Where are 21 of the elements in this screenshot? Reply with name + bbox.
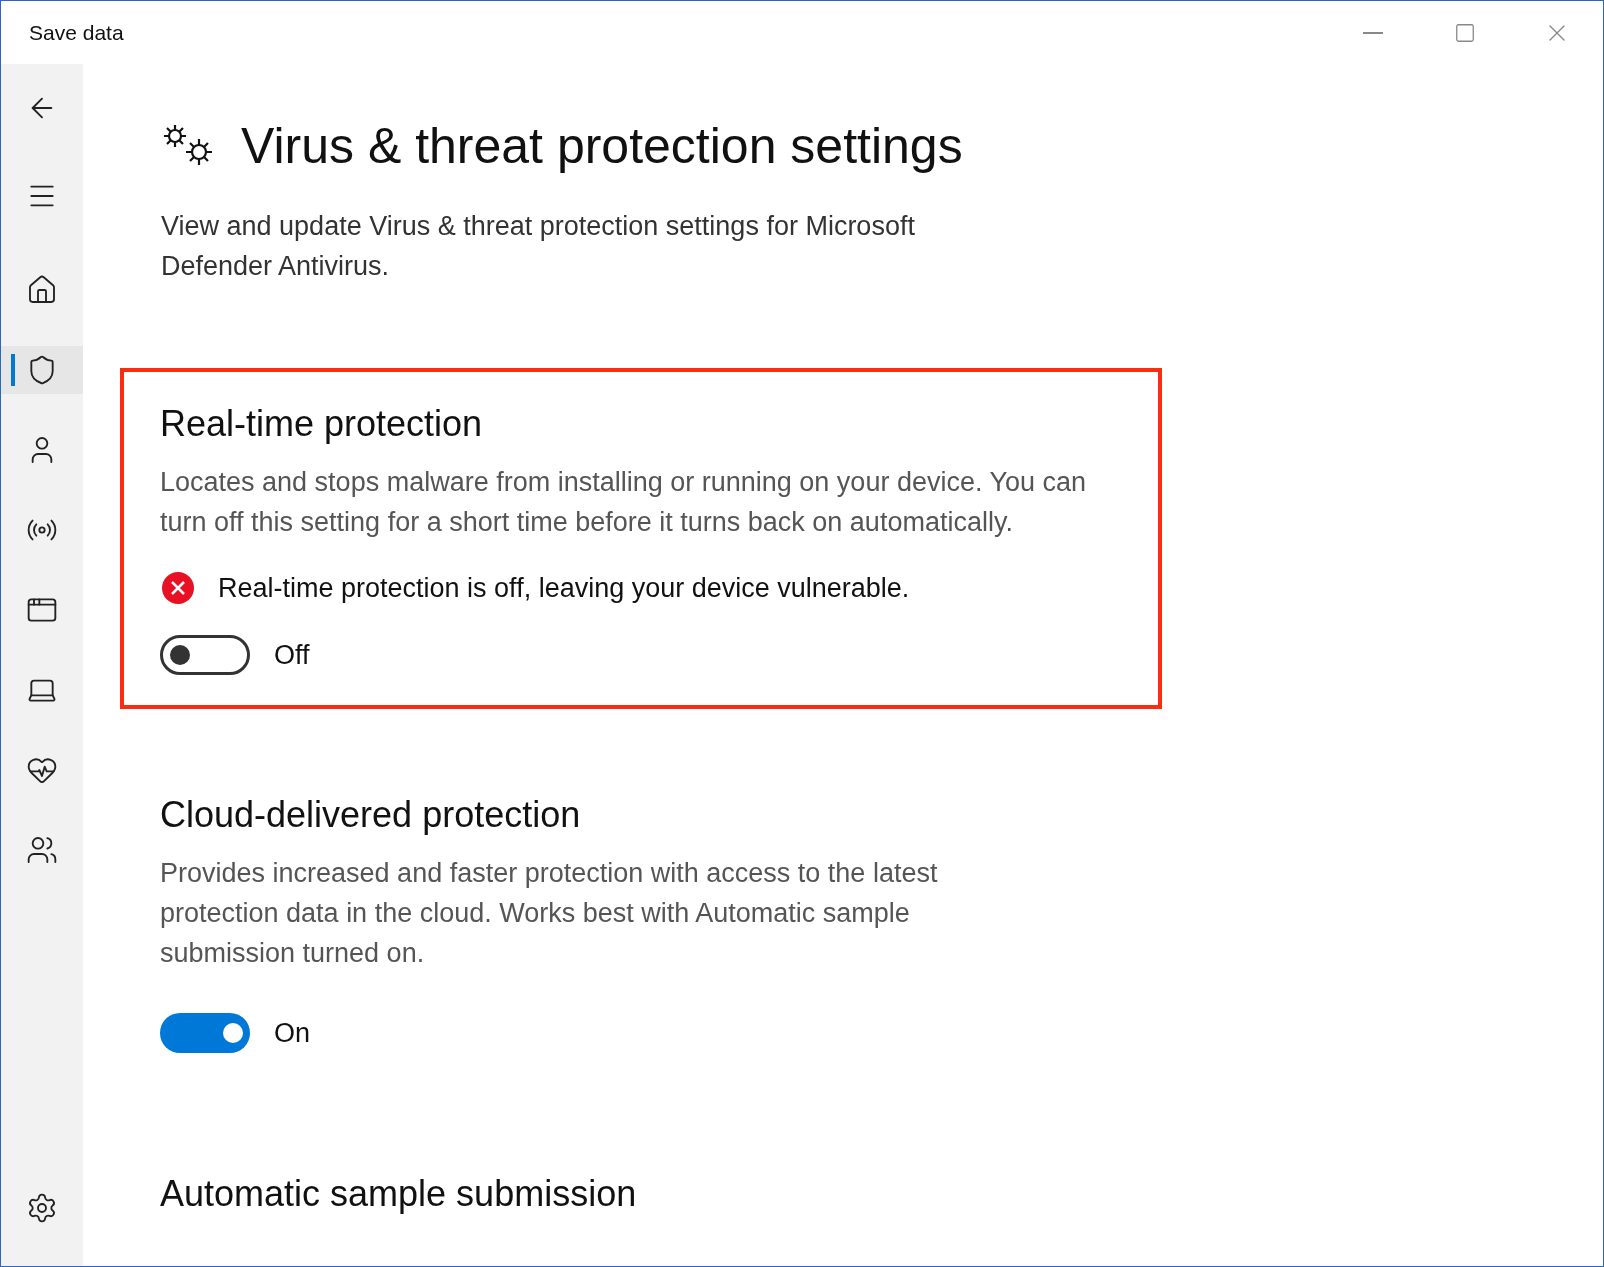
maximize-icon — [1454, 21, 1476, 44]
people-icon — [26, 834, 58, 866]
toggle-switch[interactable] — [160, 634, 250, 675]
section-heading: Cloud-delivered protection — [160, 793, 582, 837]
home-icon — [26, 274, 58, 306]
toggle-label: Off — [274, 638, 310, 672]
page-title: Virus & threat protection settings — [241, 117, 963, 176]
status-message: Real-time protection is off, leaving your device vulnerable. — [218, 572, 910, 605]
section-heading: Automatic sample submission — [160, 1171, 638, 1216]
section-heading: Real-time protection — [160, 402, 484, 446]
toggle-switch[interactable] — [160, 1013, 250, 1054]
minimize-icon — [1363, 31, 1383, 34]
error-icon — [162, 572, 194, 605]
section-description: Locates and stops malware from installing or running on your device. You can turn off this setting for a short time before it turns back on automatically. — [160, 466, 1088, 539]
sidebar-item[interactable] — [1, 346, 83, 394]
section-description: Provides increased and faster protection with access to the latest protection data in the cloud. Works best with Automatic sample submission turned on. — [160, 857, 939, 970]
settings-icon — [26, 1192, 58, 1224]
page-description: View and update Virus & threat protection settings for Microsoft Defender Antivirus. — [161, 210, 916, 283]
selection-indicator — [11, 354, 15, 386]
toggle-label: On — [274, 1017, 311, 1050]
window-title: Save data — [29, 19, 124, 46]
